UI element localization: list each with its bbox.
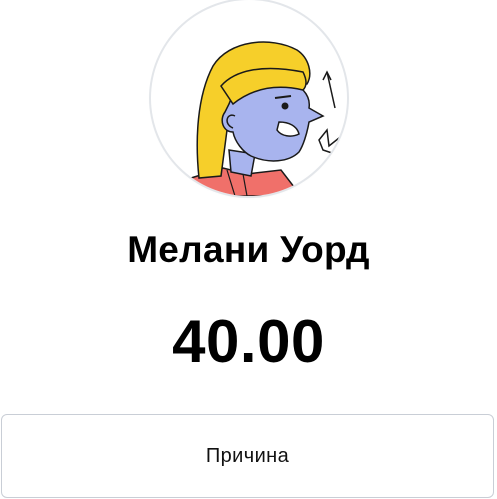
user-name: Мелани Уорд xyxy=(127,229,370,270)
person-illustration-icon xyxy=(180,41,341,196)
amount-value: 40.00 xyxy=(172,308,325,375)
avatar xyxy=(151,0,347,196)
reason-button[interactable]: Причина xyxy=(1,414,494,498)
reason-button-label: Причина xyxy=(205,444,290,467)
